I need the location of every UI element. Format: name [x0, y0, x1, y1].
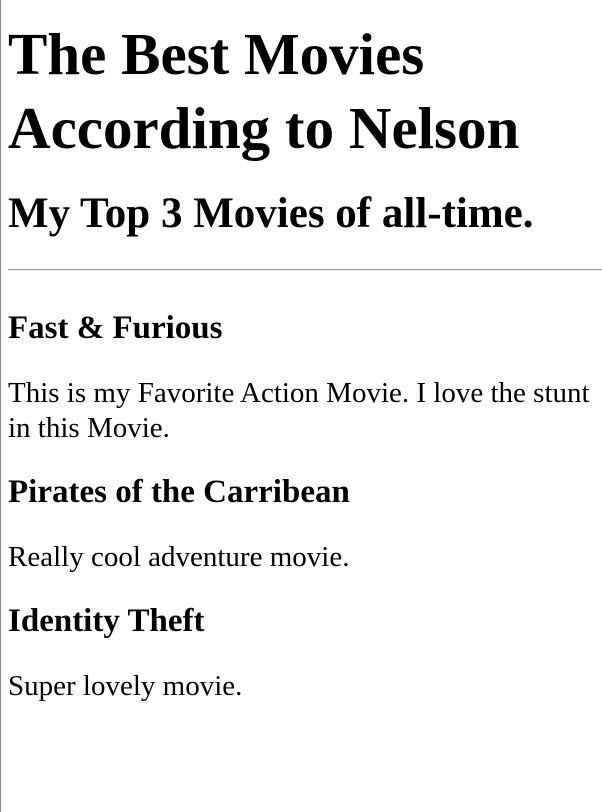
movie-title: Pirates of the Carribean: [8, 474, 350, 510]
movie-description: This is my Favorite Action Movie. I love…: [8, 377, 590, 444]
page-subtitle: My Top 3 Movies of all-time.: [8, 190, 534, 237]
movie-item: Identity Theft Super lovely movie.: [8, 601, 602, 704]
movie-description: Super lovely movie.: [8, 670, 243, 702]
movie-description: Really cool adventure movie.: [8, 541, 350, 573]
left-border-line: [0, 0, 1, 812]
section-divider: [8, 269, 602, 271]
movie-list: Fast & Furious This is my Favorite Actio…: [8, 308, 602, 704]
movie-title: Identity Theft: [8, 603, 205, 639]
page-title: The Best Movies According to Nelson: [8, 21, 520, 161]
movie-item: Fast & Furious This is my Favorite Actio…: [8, 308, 602, 446]
page-content: The Best Movies According to Nelson My T…: [8, 0, 602, 704]
movie-title: Fast & Furious: [8, 310, 223, 346]
movie-item: Pirates of the Carribean Really cool adv…: [8, 472, 602, 575]
